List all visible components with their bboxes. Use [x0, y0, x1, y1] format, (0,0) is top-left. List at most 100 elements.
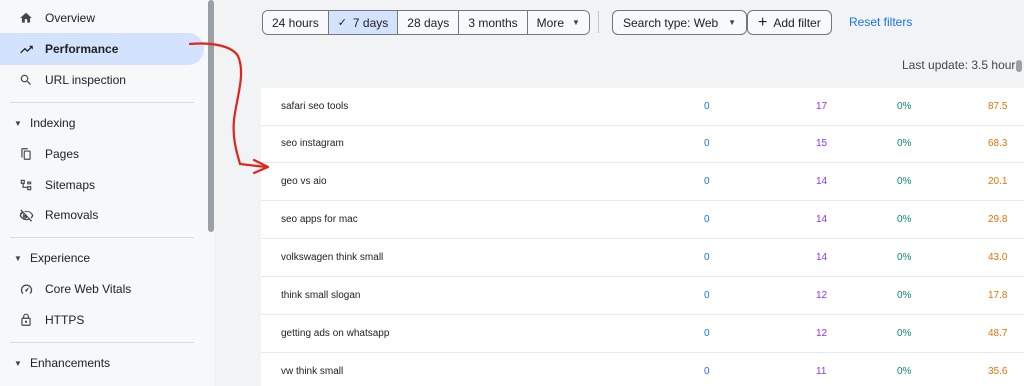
- ctr-cell: 0%: [897, 176, 912, 187]
- ctr-cell: 0%: [897, 290, 912, 301]
- sidebar-item-https[interactable]: HTTPS: [0, 304, 204, 336]
- impressions-cell: 14: [816, 252, 828, 263]
- main-scrollbar[interactable]: [1014, 56, 1024, 76]
- table-row[interactable]: seo apps for mac 0 14 0% 29.8: [261, 201, 1024, 239]
- clicks-cell: 0: [704, 138, 710, 149]
- sidebar-divider: [10, 342, 194, 343]
- eye-off-icon: [18, 207, 34, 223]
- sidebar-item-label: Sitemaps: [45, 178, 96, 192]
- search-type-dropdown[interactable]: Search type: Web ▼: [612, 10, 748, 35]
- ctr-cell: 0%: [897, 328, 912, 339]
- search-type-label: Search type: Web: [623, 15, 719, 30]
- date-range-label: 28 days: [407, 15, 450, 30]
- sidebar-item-pages[interactable]: Pages: [0, 138, 204, 170]
- sidebar-item-url-inspection[interactable]: URL inspection: [0, 64, 204, 96]
- sidebar-item-performance[interactable]: Performance: [0, 33, 204, 65]
- section-header-indexing[interactable]: ▼ Indexing: [0, 110, 200, 136]
- impressions-cell: 17: [816, 101, 828, 112]
- add-filter-label: Add filter: [773, 15, 821, 30]
- sidebar-item-label: HTTPS: [45, 313, 85, 327]
- lock-icon: [18, 312, 34, 328]
- sidebar-item-label: Removals: [45, 208, 99, 222]
- impressions-cell: 14: [816, 176, 828, 187]
- table-row[interactable]: think small slogan 0 12 0% 17.8: [261, 277, 1024, 315]
- date-range-24-hours[interactable]: 24 hours: [263, 11, 329, 34]
- sidebar-item-label: URL inspection: [45, 73, 126, 87]
- sidebar-item-label: Overview: [45, 11, 96, 25]
- sidebar-item-sitemaps[interactable]: Sitemaps: [0, 169, 204, 201]
- table-row[interactable]: getting ads on whatsapp 0 12 0% 48.7: [261, 315, 1024, 353]
- position-cell: 35.6: [988, 366, 1008, 377]
- section-header-enhancements[interactable]: ▼ Enhancements: [0, 350, 200, 376]
- position-cell: 48.7: [988, 328, 1008, 339]
- query-cell: vw think small: [281, 366, 344, 377]
- last-update-text: Last update: 3.5 hours a: [902, 58, 1024, 72]
- filter-separator: [598, 11, 599, 33]
- plus-icon: +: [758, 13, 768, 31]
- date-range-more[interactable]: More ▼: [527, 11, 589, 34]
- table-row[interactable]: seo instagram 0 15 0% 68.3: [261, 125, 1024, 163]
- pages-icon: [18, 146, 34, 162]
- sidebar-item-overview[interactable]: Overview: [0, 2, 204, 34]
- table-row[interactable]: volkswagen think small 0 14 0% 43.0: [261, 239, 1024, 277]
- clicks-cell: 0: [704, 328, 710, 339]
- table-row[interactable]: vw think small 0 11 0% 35.6: [261, 353, 1024, 386]
- query-cell: think small slogan: [281, 290, 361, 301]
- gauge-icon: [18, 281, 34, 297]
- reset-filters-link[interactable]: Reset filters: [849, 15, 912, 29]
- position-cell: 20.1: [988, 176, 1008, 187]
- section-label: Enhancements: [30, 356, 111, 370]
- impressions-cell: 11: [816, 366, 827, 377]
- position-cell: 29.8: [988, 214, 1008, 225]
- more-label: More: [536, 15, 565, 30]
- add-filter-button[interactable]: + Add filter: [747, 10, 832, 35]
- caret-down-icon: ▼: [728, 18, 737, 27]
- table-row[interactable]: safari seo tools 0 17 0% 87.5: [261, 88, 1024, 126]
- home-icon: [18, 10, 34, 26]
- clicks-cell: 0: [704, 366, 710, 377]
- impressions-cell: 12: [816, 328, 828, 339]
- search-icon: [18, 72, 34, 88]
- section-label: Experience: [30, 251, 91, 265]
- caret-down-icon: ▼: [572, 18, 580, 27]
- clicks-cell: 0: [704, 290, 710, 301]
- position-cell: 68.3: [988, 138, 1008, 149]
- query-cell: seo apps for mac: [281, 214, 358, 225]
- date-range-7-days[interactable]: ✓ 7 days: [328, 11, 399, 34]
- main-content: 24 hours ✓ 7 days 28 days 3 months More ▼ …: [214, 0, 1024, 386]
- ctr-cell: 0%: [897, 214, 912, 225]
- sidebar-item-removals[interactable]: Removals: [0, 199, 204, 231]
- sitemap-icon: [18, 177, 34, 193]
- date-range-28-days[interactable]: 28 days: [398, 11, 460, 34]
- section-header-experience[interactable]: ▼ Experience: [0, 245, 200, 271]
- ctr-cell: 0%: [897, 252, 912, 263]
- query-cell: seo instagram: [281, 138, 344, 149]
- trending-up-icon: [18, 41, 34, 57]
- table-row[interactable]: geo vs aio 0 14 0% 20.1: [261, 163, 1024, 201]
- date-range-label: 3 months: [468, 15, 518, 30]
- impressions-cell: 14: [816, 214, 828, 225]
- sidebar-item-core-web-vitals[interactable]: Core Web Vitals: [0, 273, 204, 305]
- clicks-cell: 0: [704, 252, 710, 263]
- caret-down-icon: ▼: [14, 358, 22, 368]
- sidebar-item-label: Performance: [45, 42, 119, 56]
- impressions-cell: 15: [816, 138, 828, 149]
- query-cell: safari seo tools: [281, 101, 349, 112]
- clicks-cell: 0: [704, 176, 710, 187]
- position-cell: 17.8: [988, 290, 1008, 301]
- sidebar: Overview Performance URL inspection ▼ In…: [0, 0, 214, 386]
- date-range-label: 24 hours: [272, 15, 319, 30]
- caret-down-icon: ▼: [14, 253, 22, 263]
- query-cell: volkswagen think small: [281, 252, 384, 263]
- date-range-3-months[interactable]: 3 months: [459, 11, 528, 34]
- caret-down-icon: ▼: [14, 118, 22, 128]
- section-label: Indexing: [30, 116, 76, 130]
- ctr-cell: 0%: [897, 138, 912, 149]
- ctr-cell: 0%: [897, 101, 912, 112]
- ctr-cell: 0%: [897, 366, 912, 377]
- clicks-cell: 0: [704, 214, 710, 225]
- check-icon: ✓: [337, 17, 347, 29]
- date-range-selector: 24 hours ✓ 7 days 28 days 3 months More ▼: [262, 10, 590, 35]
- sidebar-item-label: Core Web Vitals: [45, 282, 132, 296]
- position-cell: 43.0: [988, 252, 1008, 263]
